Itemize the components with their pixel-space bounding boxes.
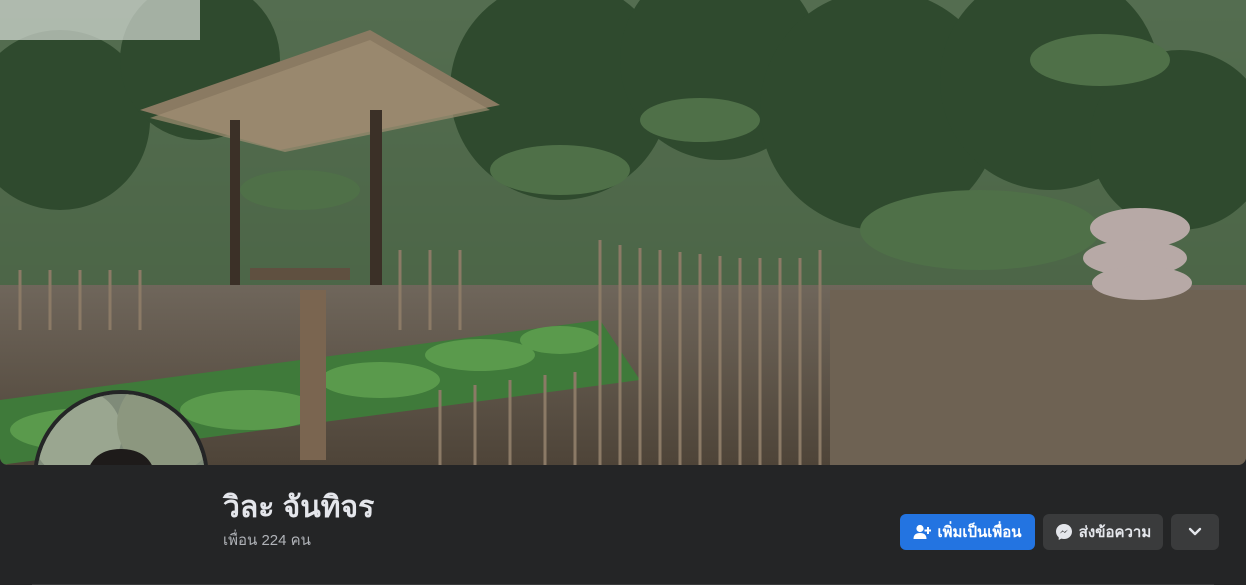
add-friend-button[interactable]: เพิ่มเป็นเพื่อน: [900, 514, 1035, 550]
messenger-icon: [1055, 523, 1073, 541]
profile-name[interactable]: วิละ จันทิจร: [223, 490, 374, 526]
add-friend-label: เพิ่มเป็นเพื่อน: [937, 524, 1022, 541]
more-options-button[interactable]: [1171, 514, 1219, 550]
chevron-down-icon: [1188, 527, 1202, 537]
message-label: ส่งข้อความ: [1078, 524, 1152, 541]
cover-photo[interactable]: [0, 0, 1246, 465]
friend-count[interactable]: เพื่อน 224 คน: [223, 531, 311, 551]
message-button[interactable]: ส่งข้อความ: [1043, 514, 1163, 550]
person-add-icon: [913, 524, 932, 540]
